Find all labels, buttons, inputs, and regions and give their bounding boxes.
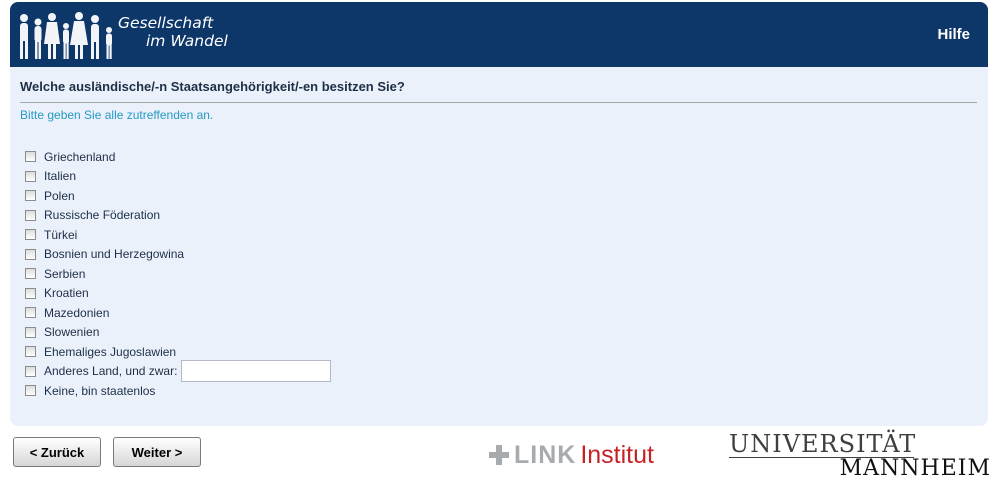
other-country-input[interactable] [181, 360, 332, 383]
option-item[interactable]: Russische Föderation [24, 206, 331, 226]
option-checkbox[interactable] [25, 326, 36, 338]
option-checkbox[interactable] [25, 346, 36, 358]
option-label[interactable]: Polen [44, 189, 75, 203]
option-label[interactable]: Kroatien [44, 286, 89, 300]
option-checkbox[interactable] [25, 287, 36, 299]
option-label[interactable]: Griechenland [44, 150, 115, 164]
option-checkbox[interactable] [25, 170, 36, 182]
survey-header: Gesellschaft im Wandel Hilfe [10, 2, 988, 67]
option-item[interactable]: Mazedonien [24, 303, 331, 323]
option-item[interactable]: Ehemaliges Jugoslawien [24, 342, 331, 362]
option-checkbox[interactable] [25, 307, 36, 319]
option-item[interactable]: Slowenien [24, 323, 331, 343]
option-label[interactable]: Mazedonien [44, 306, 109, 320]
option-checkbox[interactable] [25, 365, 36, 377]
option-item[interactable]: Anderes Land, und zwar: [24, 360, 332, 383]
back-button[interactable]: < Zurück [13, 437, 101, 467]
options-list: Griechenland Italien Polen Russische Födera… [24, 147, 332, 401]
option-label[interactable]: Ehemaliges Jugoslawien [44, 345, 176, 359]
option-checkbox[interactable] [25, 209, 36, 221]
option-label[interactable]: Bosnien und Herzegowina [44, 247, 184, 261]
option-item[interactable]: Kroatien [24, 284, 331, 304]
option-checkbox[interactable] [25, 151, 36, 163]
brand-title: Gesellschaft im Wandel [118, 14, 228, 50]
option-item[interactable]: Polen [24, 186, 331, 206]
next-button[interactable]: Weiter > [113, 437, 201, 467]
question-text: Welche ausländische/-n Staatsangehörigke… [20, 79, 977, 103]
option-checkbox[interactable] [25, 248, 36, 260]
option-item[interactable]: Bosnien und Herzegowina [24, 245, 331, 265]
option-item[interactable]: Türkei [24, 225, 331, 245]
option-label[interactable]: Italien [44, 169, 76, 183]
option-checkbox[interactable] [25, 268, 36, 280]
option-label[interactable]: Keine, bin staatenlos [44, 384, 155, 398]
option-checkbox[interactable] [25, 385, 36, 397]
institut-wordmark: Institut [580, 440, 654, 469]
link-cross-icon [489, 445, 509, 465]
brand-line-2: im Wandel [146, 32, 228, 50]
question-panel: Welche ausländische/-n Staatsangehörigke… [10, 67, 988, 426]
option-label[interactable]: Türkei [44, 228, 77, 242]
university-line-2: MANNHEIM [839, 456, 991, 481]
help-link[interactable]: Hilfe [937, 26, 970, 43]
question-hint: Bitte geben Sie alle zutreffenden an. [20, 108, 214, 122]
option-item[interactable]: Griechenland [24, 147, 331, 167]
option-item[interactable]: Italien [24, 167, 331, 187]
option-label[interactable]: Russische Föderation [44, 208, 160, 222]
option-label[interactable]: Slowenien [44, 325, 99, 339]
option-item[interactable]: Keine, bin staatenlos [24, 381, 331, 401]
option-checkbox[interactable] [25, 229, 36, 241]
university-logo: UNIVERSITÄT MANNHEIM [729, 431, 991, 480]
link-wordmark: LINK [514, 440, 577, 469]
option-checkbox[interactable] [25, 190, 36, 202]
link-institut-logo: LINK Institut [488, 440, 654, 470]
option-label[interactable]: Serbien [44, 267, 85, 281]
people-silhouettes-logo [20, 12, 112, 59]
option-item[interactable]: Serbien [24, 264, 331, 284]
brand-line-1: Gesellschaft [118, 14, 214, 32]
university-line-1: UNIVERSITÄT [729, 430, 917, 458]
option-label[interactable]: Anderes Land, und zwar: [44, 364, 177, 378]
